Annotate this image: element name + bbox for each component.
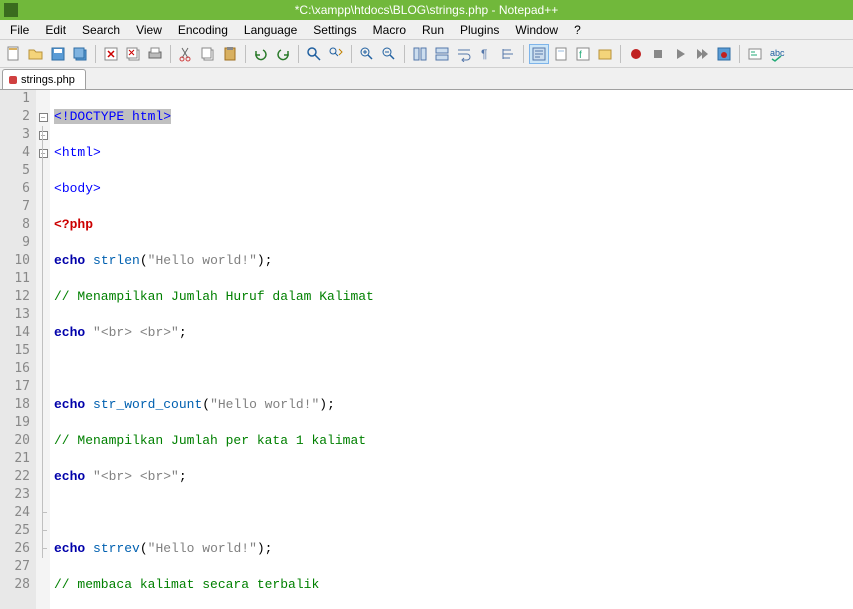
open-file-icon[interactable] <box>26 44 46 64</box>
show-all-chars-icon[interactable]: ¶ <box>476 44 496 64</box>
func-list-icon[interactable]: f <box>573 44 593 64</box>
modified-dot-icon <box>9 76 17 84</box>
zoom-out-icon[interactable] <box>379 44 399 64</box>
tab-bar: strings.php <box>0 68 853 90</box>
code-area[interactable]: <!DOCTYPE html> <html> <body> <?php echo… <box>50 90 853 609</box>
menu-settings[interactable]: Settings <box>305 21 364 39</box>
menu-view[interactable]: View <box>128 21 170 39</box>
separator-icon <box>620 45 621 63</box>
editor-area: 1234 5678 9101112 13141516 17181920 2122… <box>0 90 853 609</box>
fold-toggle-icon[interactable]: − <box>39 149 48 158</box>
separator-icon <box>170 45 171 63</box>
separator-icon <box>95 45 96 63</box>
sync-scroll-v-icon[interactable] <box>410 44 430 64</box>
replace-icon[interactable] <box>326 44 346 64</box>
menu-edit[interactable]: Edit <box>37 21 74 39</box>
show-spaces-icon[interactable] <box>745 44 765 64</box>
indent-guide-icon[interactable] <box>498 44 518 64</box>
folder-tree-icon[interactable] <box>595 44 615 64</box>
find-icon[interactable] <box>304 44 324 64</box>
separator-icon <box>245 45 246 63</box>
new-file-icon[interactable] <box>4 44 24 64</box>
menu-language[interactable]: Language <box>236 21 305 39</box>
menu-plugins[interactable]: Plugins <box>452 21 507 39</box>
zoom-in-icon[interactable] <box>357 44 377 64</box>
menu-window[interactable]: Window <box>507 21 566 39</box>
undo-icon[interactable] <box>251 44 271 64</box>
stop-macro-icon[interactable] <box>648 44 668 64</box>
svg-text:¶: ¶ <box>481 47 487 61</box>
paste-icon[interactable] <box>220 44 240 64</box>
menu-macro[interactable]: Macro <box>365 21 414 39</box>
separator-icon <box>523 45 524 63</box>
save-icon[interactable] <box>48 44 68 64</box>
menu-run[interactable]: Run <box>414 21 452 39</box>
redo-icon[interactable] <box>273 44 293 64</box>
line-number-gutter: 1234 5678 9101112 13141516 17181920 2122… <box>0 90 36 609</box>
fold-toggle-icon[interactable]: − <box>39 113 48 122</box>
doc-map-icon[interactable] <box>551 44 571 64</box>
close-icon[interactable] <box>101 44 121 64</box>
separator-icon <box>298 45 299 63</box>
svg-text:f: f <box>579 50 582 61</box>
play-multi-icon[interactable] <box>692 44 712 64</box>
title-bar: *C:\xampp\htdocs\BLOG\strings.php - Note… <box>0 0 853 20</box>
spell-check-icon[interactable]: abc <box>767 44 787 64</box>
user-lang-icon[interactable] <box>529 44 549 64</box>
play-macro-icon[interactable] <box>670 44 690 64</box>
menu-help[interactable]: ? <box>566 21 589 39</box>
separator-icon <box>404 45 405 63</box>
menu-file[interactable]: File <box>2 21 37 39</box>
copy-icon[interactable] <box>198 44 218 64</box>
separator-icon <box>739 45 740 63</box>
menu-search[interactable]: Search <box>74 21 128 39</box>
tab-strings-php[interactable]: strings.php <box>2 69 86 89</box>
menu-encoding[interactable]: Encoding <box>170 21 236 39</box>
record-macro-icon[interactable] <box>626 44 646 64</box>
menu-bar: File Edit Search View Encoding Language … <box>0 20 853 40</box>
print-icon[interactable] <box>145 44 165 64</box>
save-macro-icon[interactable] <box>714 44 734 64</box>
fold-toggle-icon[interactable]: − <box>39 131 48 140</box>
separator-icon <box>351 45 352 63</box>
toolbar: ¶ f abc <box>0 40 853 68</box>
app-icon <box>4 3 18 17</box>
fold-gutter: − − − <box>36 90 50 609</box>
sync-scroll-h-icon[interactable] <box>432 44 452 64</box>
close-all-icon[interactable] <box>123 44 143 64</box>
svg-text:abc: abc <box>770 48 785 58</box>
word-wrap-icon[interactable] <box>454 44 474 64</box>
window-title: *C:\xampp\htdocs\BLOG\strings.php - Note… <box>295 3 558 17</box>
save-all-icon[interactable] <box>70 44 90 64</box>
tab-label: strings.php <box>21 74 75 86</box>
cut-icon[interactable] <box>176 44 196 64</box>
